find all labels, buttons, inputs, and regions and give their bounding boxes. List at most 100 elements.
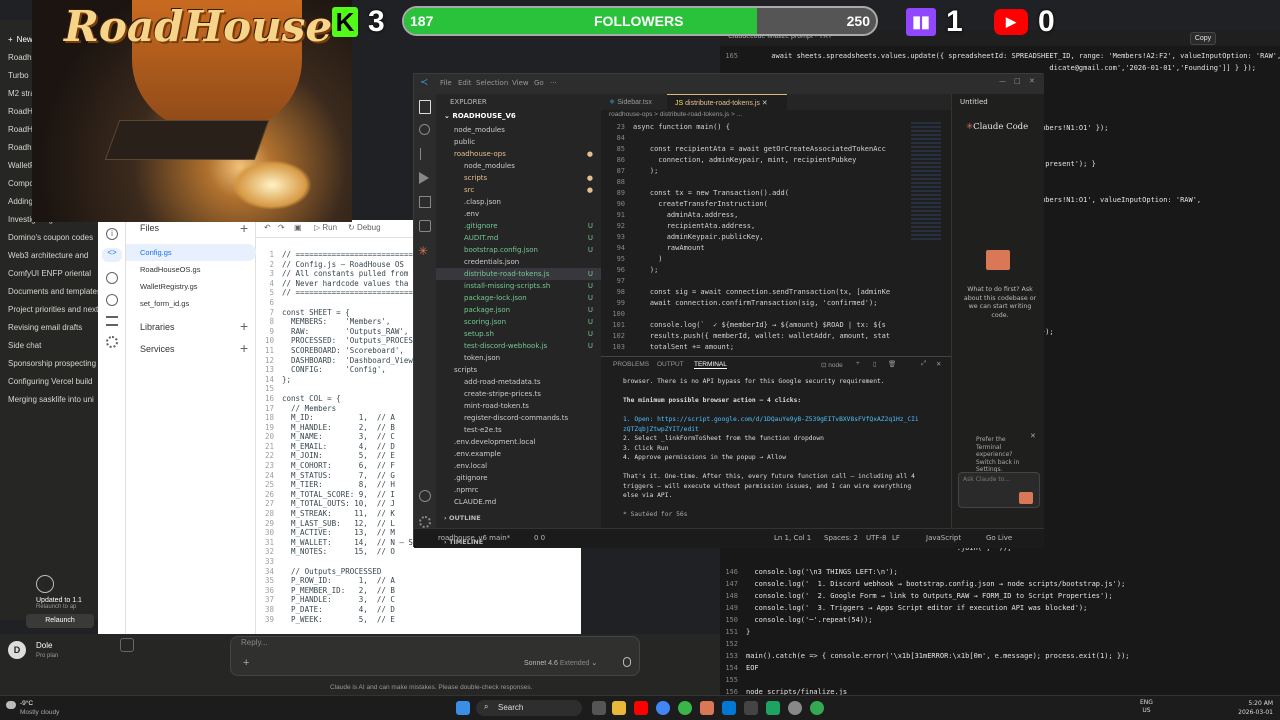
timeline-section[interactable]: › TIMELINE [444, 538, 483, 546]
add-file-icon[interactable]: + [240, 220, 248, 236]
send-icon[interactable] [1019, 492, 1033, 504]
claude-input-box[interactable]: Ask Claude to... [958, 472, 1040, 508]
menu-file[interactable]: File [440, 79, 452, 87]
go-live-button[interactable]: Go Live [986, 534, 1012, 542]
settings-app-icon[interactable] [788, 701, 802, 715]
language-mode[interactable]: JavaScript [926, 534, 961, 542]
tab-distribute-road-tokens[interactable]: JS distribute-road-tokens.js ✕ [667, 94, 787, 110]
tab-terminal[interactable]: TERMINAL [694, 361, 727, 369]
sheets-app-icon[interactable] [766, 701, 780, 715]
model-selector[interactable]: Sonnet 4.6 Extended ⌄ [524, 659, 597, 667]
recent-chat-item[interactable]: Merging sasklife into uni [0, 390, 98, 408]
explorer-item[interactable]: register-discord-commands.ts [436, 412, 601, 424]
recent-chat-item[interactable]: ComfyUI ENFP oriental [0, 264, 98, 282]
tab-sidebar[interactable]: ⚛ Sidebar.tsx [601, 94, 667, 110]
explorer-item[interactable]: create-stripe-prices.ts [436, 388, 601, 400]
explorer-item[interactable]: package-lock.json U [436, 292, 601, 304]
history-icon[interactable] [106, 272, 118, 284]
file-explorer-icon[interactable] [612, 701, 626, 715]
split-terminal-icon[interactable]: ▯ [873, 360, 877, 368]
run-button[interactable]: ▷ Run [314, 223, 337, 232]
script-file-item[interactable]: WalletRegistry.gs [126, 278, 256, 295]
download-icon[interactable] [120, 638, 134, 652]
save-icon[interactable]: ▣ [294, 223, 302, 232]
explorer-item[interactable]: bootstrap.config.json U [436, 244, 601, 256]
script-file-item[interactable]: set_form_id.gs [126, 295, 256, 312]
run-debug-icon[interactable] [419, 172, 429, 184]
cursor-position[interactable]: Ln 1, Col 1 [774, 534, 811, 542]
script-file-item[interactable]: RoadHouseOS.gs [126, 261, 256, 278]
encoding[interactable]: UTF-8 [866, 534, 886, 542]
code-icon[interactable]: <> [102, 248, 122, 262]
language-indicator[interactable]: ENG US [1140, 699, 1153, 715]
explorer-item[interactable]: token.json [436, 352, 601, 364]
close-tab-icon[interactable]: ✕ [760, 100, 768, 107]
explorer-item[interactable]: node_modules [436, 124, 601, 136]
problems-count[interactable]: 0 0 [534, 534, 545, 542]
recent-chat-item[interactable]: Web3 architecture and [0, 246, 98, 264]
explorer-item[interactable]: src ● [436, 184, 601, 196]
explorer-item[interactable]: scripts [436, 364, 601, 376]
browser-icon[interactable] [678, 701, 692, 715]
explorer-item[interactable]: CLAUDE.md [436, 496, 601, 508]
recent-chat-item[interactable]: Domino's coupon codes [0, 228, 98, 246]
undo-icon[interactable]: ↶ [264, 223, 271, 232]
explorer-icon[interactable] [419, 100, 431, 114]
add-service-icon[interactable]: + [240, 340, 248, 356]
explorer-item[interactable]: public [436, 136, 601, 148]
add-library-icon[interactable]: + [240, 318, 248, 334]
youtube-app-icon[interactable] [634, 701, 648, 715]
vscode-app-icon[interactable] [722, 701, 736, 715]
explorer-item[interactable]: .npmrc [436, 484, 601, 496]
settings-gear-icon[interactable] [106, 336, 118, 348]
triggers-icon[interactable] [106, 294, 118, 306]
explorer-item[interactable]: package.json U [436, 304, 601, 316]
claude-input[interactable]: Ask Claude to... [963, 476, 1010, 483]
explorer-item[interactable]: node_modules [436, 160, 601, 172]
manage-gear-icon[interactable] [419, 516, 431, 528]
add-attachment-icon[interactable]: + [243, 657, 249, 669]
recent-chat-item[interactable]: Project priorities and next [0, 300, 98, 318]
explorer-item[interactable]: .env.local [436, 460, 601, 472]
reply-input[interactable]: Reply... [241, 638, 268, 647]
explorer-item[interactable]: scripts ● [436, 172, 601, 184]
weather-widget[interactable]: -9°C Mostly cloudy [6, 699, 66, 719]
close-icon[interactable]: ✕ [1029, 77, 1035, 85]
search-icon[interactable] [419, 124, 430, 135]
minimize-icon[interactable]: — [999, 77, 1006, 85]
menu-go[interactable]: Go [534, 79, 544, 87]
explorer-item[interactable]: mint-road-token.ts [436, 400, 601, 412]
recent-chat-item[interactable]: Sponsorship prospecting [0, 354, 98, 372]
outline-section[interactable]: › OUTLINE [444, 514, 481, 522]
info-icon[interactable]: i [106, 228, 118, 240]
indentation[interactable]: Spaces: 2 [824, 534, 858, 542]
line-ending[interactable]: LF [892, 534, 900, 542]
new-terminal-icon[interactable]: + [856, 360, 860, 367]
claude-app-icon[interactable] [700, 701, 714, 715]
explorer-item[interactable]: install-missing-scripts.sh U [436, 280, 601, 292]
debug-button[interactable]: ↻ Debug [348, 223, 381, 232]
explorer-item[interactable]: .env.example [436, 448, 601, 460]
explorer-item[interactable]: scoring.json U [436, 316, 601, 328]
explorer-item[interactable]: .gitignore U [436, 220, 601, 232]
maximize-panel-icon[interactable]: ⤢ [921, 360, 926, 368]
microphone-icon[interactable] [623, 657, 631, 667]
copy-button[interactable]: Copy [1190, 32, 1216, 45]
claude-icon[interactable]: ✳ [418, 244, 428, 258]
explorer-item[interactable]: .env.development.local [436, 436, 601, 448]
explorer-item[interactable]: AUDIT.md U [436, 232, 601, 244]
reply-box[interactable]: Reply... + Sonnet 4.6 Extended ⌄ [230, 636, 640, 676]
explorer-item[interactable]: distribute-road-tokens.js U [436, 268, 601, 280]
extensions-icon[interactable] [419, 196, 431, 208]
dismiss-tip-icon[interactable]: ✕ [1030, 432, 1036, 440]
explorer-item[interactable]: roadhouse-ops ● [436, 148, 601, 160]
explorer-item[interactable]: .gitignore [436, 472, 601, 484]
script-file-item[interactable]: Config.gs [126, 244, 256, 261]
recent-chat-item[interactable]: Documents and templates [0, 282, 98, 300]
recent-chat-item[interactable]: Revising email drafts [0, 318, 98, 336]
maximize-icon[interactable]: □ [1014, 77, 1021, 85]
explorer-item[interactable]: test-e2e.ts [436, 424, 601, 436]
explorer-item[interactable]: .env [436, 208, 601, 220]
explorer-item[interactable]: test-discord-webhook.js U [436, 340, 601, 352]
menu-selection[interactable]: Selection [476, 79, 508, 87]
